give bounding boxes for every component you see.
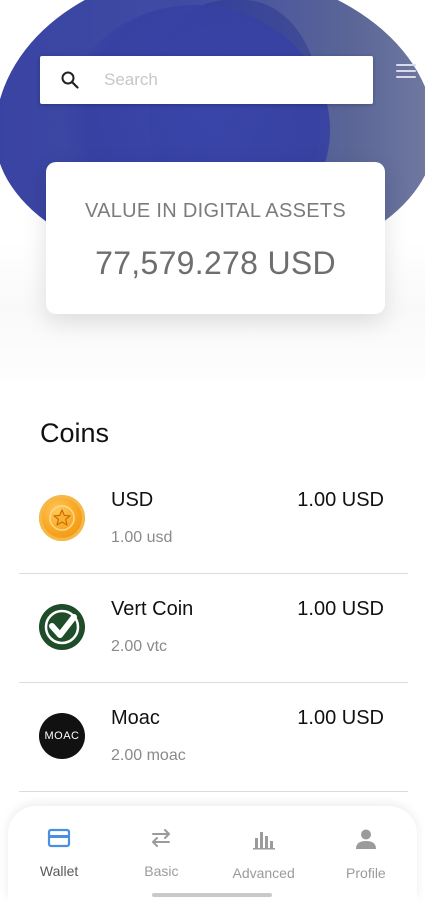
search-bar[interactable] [40, 56, 373, 104]
coin-value: 1.00 USD [297, 489, 384, 511]
bottom-navigation: Wallet Basic Advanced Profile [8, 806, 417, 900]
nav-label: Profile [346, 865, 386, 881]
chart-icon [252, 828, 276, 855]
home-indicator [152, 893, 272, 897]
coin-value: 1.00 USD [297, 598, 384, 620]
nav-item-profile[interactable]: Profile [315, 806, 417, 900]
coin-balance: 2.00 vtc [111, 638, 168, 655]
coin-row-moac[interactable]: MOAC Moac 2.00 moac 1.00 USD [19, 683, 408, 792]
nav-item-wallet[interactable]: Wallet [8, 806, 110, 900]
portfolio-value-card: VALUE IN DIGITAL ASSETS 77,579.278 USD [46, 162, 385, 314]
nav-label: Advanced [232, 865, 295, 881]
coin-row-usd[interactable]: USD 1.00 usd 1.00 USD [19, 465, 408, 574]
menu-icon[interactable] [396, 64, 416, 78]
search-icon [40, 71, 100, 89]
wallet-icon [47, 828, 71, 853]
person-icon [354, 828, 378, 855]
coin-balance: 2.00 moac [111, 747, 186, 764]
coin-list: USD 1.00 usd 1.00 USD Vert Coin 2.00 vtc… [19, 465, 408, 792]
nav-item-basic[interactable]: Basic [110, 806, 212, 900]
portfolio-value-amount: 77,579.278 USD [95, 245, 336, 281]
coin-value: 1.00 USD [297, 707, 384, 729]
coin-balance: 1.00 usd [111, 529, 173, 546]
coin-name: Moac [111, 707, 160, 729]
coin-name: Vert Coin [111, 598, 194, 620]
search-input[interactable] [104, 70, 344, 90]
coin-name: USD [111, 489, 154, 511]
coins-heading: Coins [40, 418, 110, 448]
moac-icon: MOAC [39, 713, 85, 759]
usd-coin-icon [39, 495, 85, 541]
nav-label: Basic [144, 863, 179, 879]
portfolio-value-label: VALUE IN DIGITAL ASSETS [84, 200, 347, 222]
coin-row-vert-coin[interactable]: Vert Coin 2.00 vtc 1.00 USD [19, 574, 408, 683]
nav-item-advanced[interactable]: Advanced [213, 806, 315, 900]
nav-label: Wallet [39, 863, 79, 879]
swap-icon [149, 828, 173, 853]
vertcoin-icon [39, 604, 85, 650]
